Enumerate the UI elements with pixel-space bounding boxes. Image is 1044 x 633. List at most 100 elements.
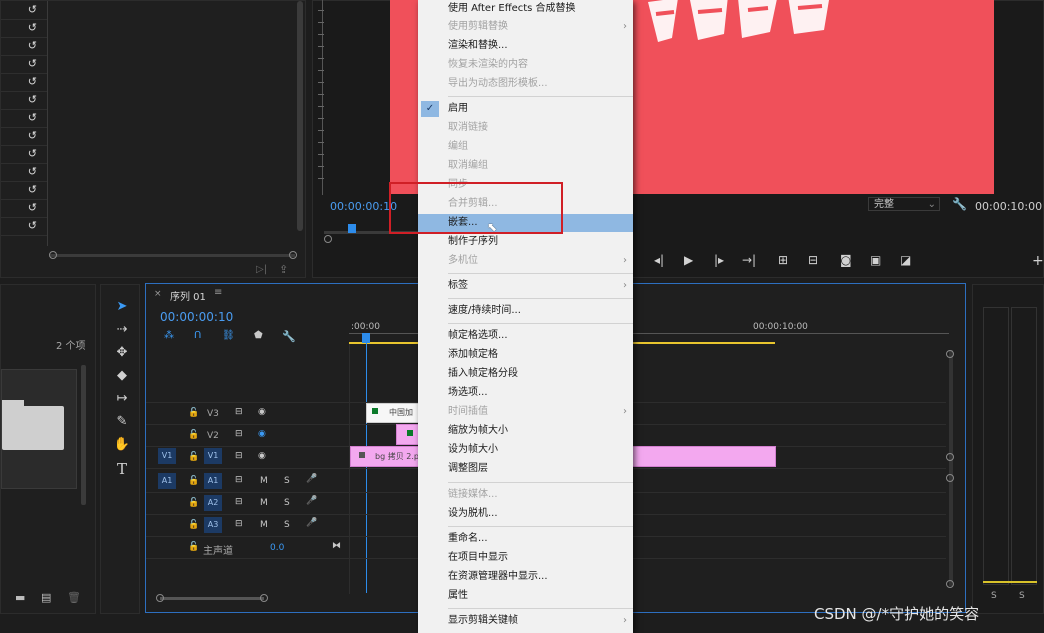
mute-button[interactable]: M [260,476,268,486]
slip-tool-icon[interactable]: ↦ [112,390,132,408]
timeline-vertical-scrollbar[interactable] [949,350,953,586]
settings-wrench-icon[interactable]: 🔧 [952,197,967,211]
list-row[interactable]: ↺ [1,163,47,182]
list-row[interactable]: ↺ [1,91,47,110]
menu-item-show-clip-keyframes[interactable]: 显示剪辑关键帧 › [418,612,633,630]
timeline-playhead[interactable] [362,333,370,343]
scroll-handle[interactable] [946,580,954,588]
menu-item-replace-with-clip[interactable]: 使用剪辑替换 › [418,18,633,36]
scroll-handle[interactable] [289,251,297,259]
go-to-out-icon[interactable]: →| [742,253,756,267]
list-row[interactable]: ↺ [1,217,47,236]
new-item-icon[interactable]: ▤ [41,591,51,604]
menu-item-enable[interactable]: ✓ 启用 [418,100,633,118]
reset-icon[interactable]: ↺ [28,219,37,232]
menu-item-group[interactable]: 编组 [418,138,633,156]
add-button-icon[interactable]: + [1032,253,1044,269]
menu-item-frame-hold-options[interactable]: 帧定格选项... [418,327,633,345]
reset-icon[interactable]: ↺ [28,57,37,70]
list-row[interactable]: ↺ [1,145,47,164]
reset-icon[interactable]: ↺ [28,111,37,124]
playhead-marker[interactable] [348,224,356,233]
list-row[interactable]: ↺ [1,19,47,38]
scroll-handle[interactable] [324,235,332,243]
snap-icon[interactable]: Ո [194,330,201,341]
scroll-handle[interactable] [946,453,954,461]
scroll-handle[interactable] [260,594,268,602]
reset-icon[interactable]: ↺ [28,165,37,178]
mic-icon[interactable]: 🎤 [306,496,317,506]
bin-thumbnail[interactable] [1,369,77,489]
pen-tool-icon[interactable]: ✎ [112,413,132,431]
scroll-handle[interactable] [49,251,57,259]
eye-off-icon[interactable]: ◉ [258,429,266,439]
extract-icon[interactable]: ⊟ [808,253,818,267]
sync-lock-icon[interactable]: ⊟ [235,519,243,529]
reset-icon[interactable]: ↺ [28,93,37,106]
camera-icon[interactable]: ◙ [840,253,852,267]
new-bin-icon[interactable]: ▬ [15,591,25,604]
menu-item-link-media[interactable]: 链接媒体... [418,486,633,504]
type-tool-icon[interactable]: T [112,460,132,478]
lock-icon[interactable]: 🔓 [188,520,199,530]
solo-button[interactable]: S [284,498,290,508]
list-row[interactable]: ↺ [1,55,47,74]
clip-v3[interactable]: 中国加 [366,403,420,423]
source-v1-button[interactable]: V1 [158,448,176,464]
menu-item-time-interpolation[interactable]: 时间插值 › [418,403,633,421]
timeline-horizontal-scrollbar[interactable] [160,597,264,600]
list-row[interactable]: ↺ [1,109,47,128]
master-volume-value[interactable]: 0.0 [270,543,284,553]
menu-item-set-to-frame-size[interactable]: 设为帧大小 [418,441,633,459]
scroll-handle[interactable] [946,350,954,358]
scroll-handle[interactable] [156,594,164,602]
sync-lock-icon[interactable]: ⊟ [235,497,243,507]
menu-item-restore-unrendered[interactable]: 恢复未渲染的内容 [418,56,633,74]
solo-left-button[interactable]: S [991,591,997,601]
step-back-icon[interactable]: ◂| [654,253,664,267]
track-a2-button[interactable]: A2 [204,495,222,511]
program-timecode[interactable]: 00:00:00:10 [330,200,397,213]
add-marker-icon[interactable]: ⬟ [254,330,263,341]
menu-item-export-motion-graphics[interactable]: 导出为动态图形模板... [418,75,633,93]
close-tab-icon[interactable]: × [154,289,162,299]
project-scrollbar[interactable] [81,365,86,505]
menu-item-insert-frame-hold-segment[interactable]: 插入帧定格分段 [418,365,633,383]
razor-tool-icon[interactable]: ◆ [112,367,132,385]
lock-icon[interactable]: 🔓 [188,430,199,440]
menu-item-speed-duration[interactable]: 速度/持续时间... [418,302,633,320]
menu-item-make-subsequence[interactable]: 制作子序列 [418,233,633,251]
vertical-scrollbar[interactable] [297,1,303,231]
menu-item-label[interactable]: 标签 › [418,277,633,295]
mic-icon[interactable]: 🎤 [306,518,317,528]
step-forward-icon[interactable]: |▸ [714,253,724,267]
menu-item-make-offline[interactable]: 设为脱机... [418,505,633,523]
reset-icon[interactable]: ↺ [28,183,37,196]
sync-lock-icon[interactable]: ⊟ [235,429,243,439]
mic-icon[interactable]: 🎤 [306,474,317,484]
list-row[interactable]: ↺ [1,37,47,56]
timeline-settings-icon[interactable]: 🔧 [282,330,296,343]
reset-icon[interactable]: ↺ [28,147,37,160]
menu-item-replace-with-ae[interactable]: 使用 After Effects 合成替换 [418,0,633,18]
reset-icon[interactable]: ↺ [28,39,37,52]
lock-icon[interactable]: 🔓 [188,542,199,552]
lock-icon[interactable]: 🔓 [188,498,199,508]
sync-lock-icon[interactable]: ⊟ [235,407,243,417]
share-icon[interactable]: ⇪ [279,263,288,276]
solo-button[interactable]: S [284,476,290,486]
scroll-handle[interactable] [946,474,954,482]
sync-lock-icon[interactable]: ⊟ [235,475,243,485]
menu-item-reveal-in-project[interactable]: 在项目中显示 [418,549,633,567]
go-to-edit-icon[interactable]: ⧓ [332,541,341,551]
eye-icon[interactable]: ◉ [258,407,266,417]
play-icon[interactable]: ▶ [684,253,693,267]
list-row[interactable]: ↺ [1,1,47,20]
clip-v2[interactable] [396,424,420,445]
tab-menu-icon[interactable]: ≡ [214,287,222,298]
solo-button[interactable]: S [284,520,290,530]
vr-icon[interactable]: ◪ [900,253,911,267]
menu-item-scale-to-frame-size[interactable]: 缩放为帧大小 [418,422,633,440]
export-icon[interactable]: ▷| [256,264,267,275]
reset-icon[interactable]: ↺ [28,129,37,142]
